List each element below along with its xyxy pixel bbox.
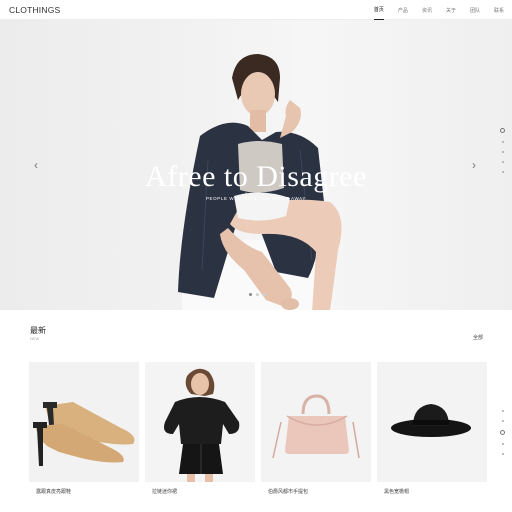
carousel-dot[interactable] <box>249 293 252 296</box>
pager-dot[interactable] <box>501 151 504 153</box>
pager-dot[interactable] <box>501 420 504 422</box>
mule-shoe-image[interactable] <box>29 362 139 482</box>
carousel-dot[interactable] <box>256 293 259 296</box>
product-grid: 露跟真皮亮跟鞋 拉链迷你裙 伯爵风都市手提包 黑色宽檐帽 <box>29 362 487 495</box>
product-name[interactable]: 黑色宽檐帽 <box>377 488 487 495</box>
nav-about[interactable]: 关于 <box>446 0 456 20</box>
fedora-hat-image[interactable] <box>377 362 487 482</box>
product-name[interactable]: 露跟真皮亮跟鞋 <box>29 488 139 495</box>
hero-subtitle: PEOPLE WHO HATE THE NIGHT AWAY <box>205 196 307 201</box>
carousel-dot[interactable] <box>263 293 266 296</box>
pager-dot[interactable] <box>501 410 504 412</box>
pager-dot-active[interactable] <box>500 430 505 435</box>
brand-logo[interactable]: CLOTHINGS <box>9 5 60 15</box>
hero-title: Afree to Disagree <box>145 160 367 193</box>
section-pager-lower <box>500 410 505 455</box>
nav-home[interactable]: 首页 <box>373 0 384 20</box>
pager-dot[interactable] <box>501 453 504 455</box>
pager-dot[interactable] <box>501 443 504 445</box>
pager-dot[interactable] <box>501 171 504 173</box>
nav-products[interactable]: 产品 <box>398 0 408 20</box>
nav-news[interactable]: 资讯 <box>422 0 432 20</box>
view-all-link[interactable]: 全部 <box>473 334 483 341</box>
nav-contact[interactable]: 联系 <box>494 0 504 20</box>
chevron-left-icon[interactable]: ‹ <box>34 158 38 172</box>
handbag-image[interactable] <box>261 362 371 482</box>
product-name[interactable]: 拉链迷你裙 <box>145 488 255 495</box>
pager-dot[interactable] <box>501 141 504 143</box>
product-card[interactable]: 伯爵风都市手提包 <box>261 362 371 495</box>
section-pager <box>500 128 505 173</box>
model-skirt-image[interactable] <box>145 362 255 482</box>
pager-dot[interactable] <box>501 161 504 163</box>
section-subtitle: NEW <box>30 336 40 341</box>
product-card[interactable]: 黑色宽檐帽 <box>377 362 487 495</box>
product-name[interactable]: 伯爵风都市手提包 <box>261 488 371 495</box>
hero-banner[interactable]: Afree to Disagree PEOPLE WHO HATE THE NI… <box>0 20 512 310</box>
product-card[interactable]: 露跟真皮亮跟鞋 <box>29 362 139 495</box>
pager-dot-active[interactable] <box>500 128 505 133</box>
section-title: 最新 <box>30 326 46 335</box>
top-header: CLOTHINGS 首页 产品 资讯 关于 团队 联系 <box>0 0 512 20</box>
product-card[interactable]: 拉链迷你裙 <box>145 362 255 495</box>
nav-team[interactable]: 团队 <box>470 0 480 20</box>
carousel-dots <box>249 293 266 296</box>
chevron-right-icon[interactable]: › <box>472 158 476 172</box>
main-nav: 首页 产品 资讯 关于 团队 联系 <box>373 0 504 20</box>
